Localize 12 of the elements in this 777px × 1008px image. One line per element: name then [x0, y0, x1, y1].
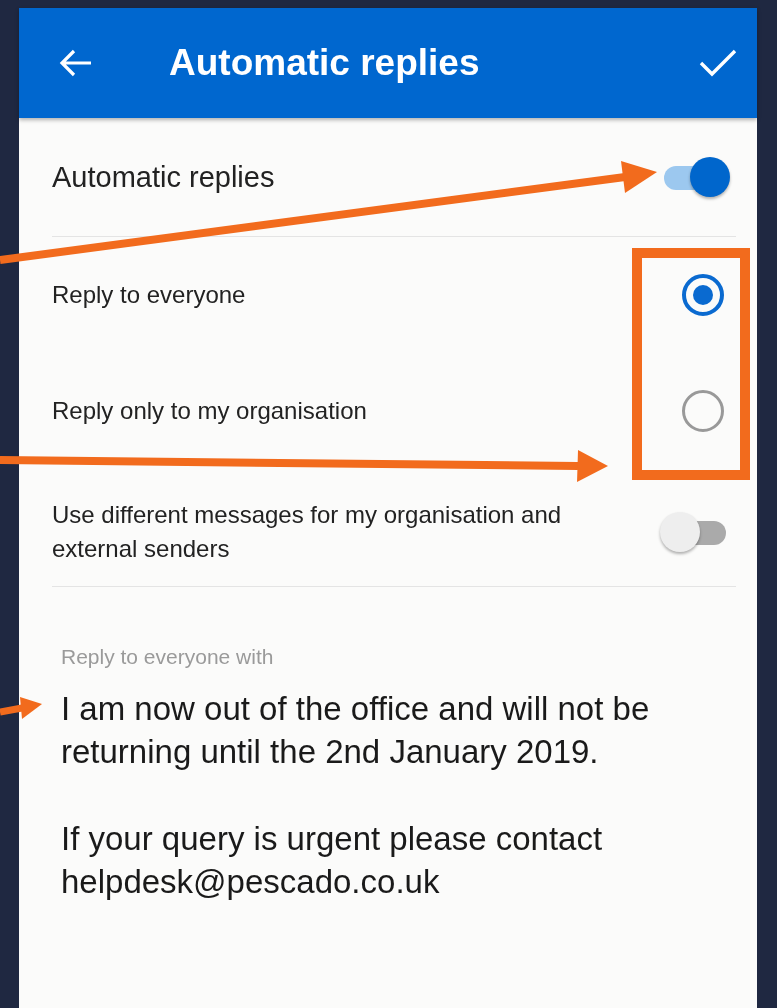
setting-label: Automatic replies — [52, 160, 275, 194]
radio-button[interactable] — [682, 274, 724, 316]
back-icon[interactable] — [59, 48, 93, 78]
confirm-icon[interactable] — [699, 48, 737, 78]
annotation-arrow — [0, 697, 42, 719]
screen-title: Automatic replies — [169, 42, 481, 84]
option-label: Reply to everyone — [52, 280, 246, 310]
message-field[interactable]: I am now out of the office and will not be returning until the 2nd January 2019. If your query is urgent please contact helpdesk@pescado.co.uk — [61, 687, 728, 903]
radio-button[interactable] — [682, 390, 724, 432]
field-label: Reply to everyone with — [61, 645, 275, 669]
option-label: Reply only to my organisation — [52, 396, 367, 426]
setting-label: Use different messages for my organisation and external senders — [52, 499, 563, 564]
